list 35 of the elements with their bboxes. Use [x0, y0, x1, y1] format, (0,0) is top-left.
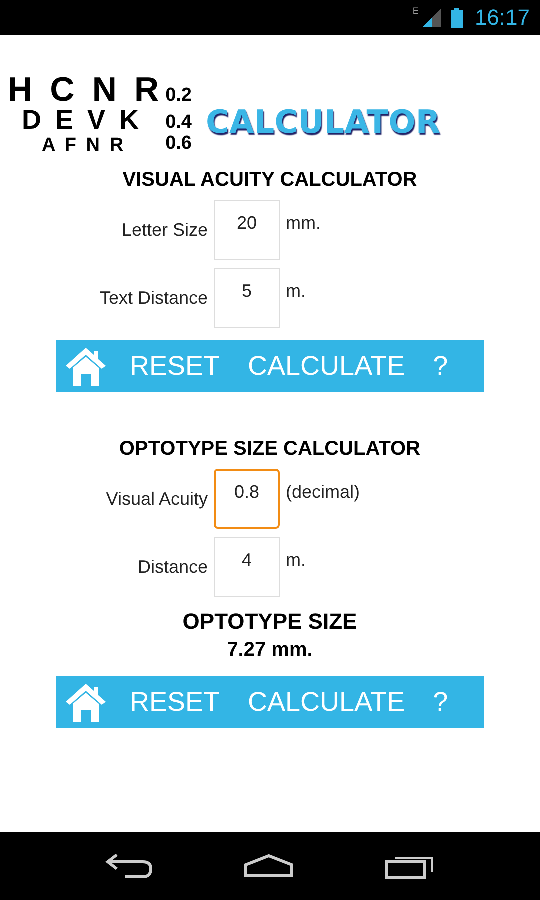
input-field[interactable]: 0.8	[214, 469, 280, 529]
unit-label: (decimal)	[286, 482, 362, 504]
battery-icon	[450, 8, 463, 28]
help-button[interactable]: ?	[433, 686, 448, 718]
acuity-value: 0.2	[166, 86, 192, 105]
reset-button[interactable]: RESET	[130, 350, 220, 382]
input-field[interactable]: 5	[214, 268, 280, 328]
help-button[interactable]: ?	[433, 350, 448, 382]
field-label: Text Distance	[98, 288, 208, 308]
unit-label: mm.	[286, 212, 322, 234]
section-title: VISUAL ACUITY CALCULATOR	[122, 169, 418, 192]
acuity-value: 0.4	[166, 113, 192, 132]
reset-button[interactable]: RESET	[130, 686, 220, 718]
calculate-button[interactable]: CALCULATE	[248, 686, 406, 718]
acuity-value: 0.6	[166, 134, 192, 153]
home-icon[interactable]	[243, 854, 295, 878]
clock: 16:17	[474, 4, 530, 30]
field-label: Distance	[136, 556, 208, 578]
chart-letters: D E V K	[21, 107, 142, 134]
network-label: E	[412, 6, 419, 16]
field-label: Visual Acuity	[105, 488, 208, 510]
chart-letters: H C N R	[7, 73, 164, 107]
result-title: OPTOTYPE SIZE	[182, 609, 358, 635]
unit-label: m.	[286, 550, 307, 572]
app-title: CALCULATOR	[206, 103, 440, 141]
back-icon[interactable]	[105, 853, 153, 879]
input-field[interactable]: 4	[214, 537, 280, 597]
signal-icon	[422, 8, 441, 26]
calculate-button[interactable]: CALCULATE	[248, 350, 406, 382]
section-title: OPTOTYPE SIZE CALCULATOR	[119, 438, 421, 461]
chart-letters: A F N R	[41, 136, 126, 155]
field-label: Letter Size	[120, 220, 208, 240]
unit-label: m.	[286, 280, 307, 302]
result-value: 7.27 mm.	[227, 639, 313, 662]
input-field[interactable]: 20	[214, 200, 280, 260]
